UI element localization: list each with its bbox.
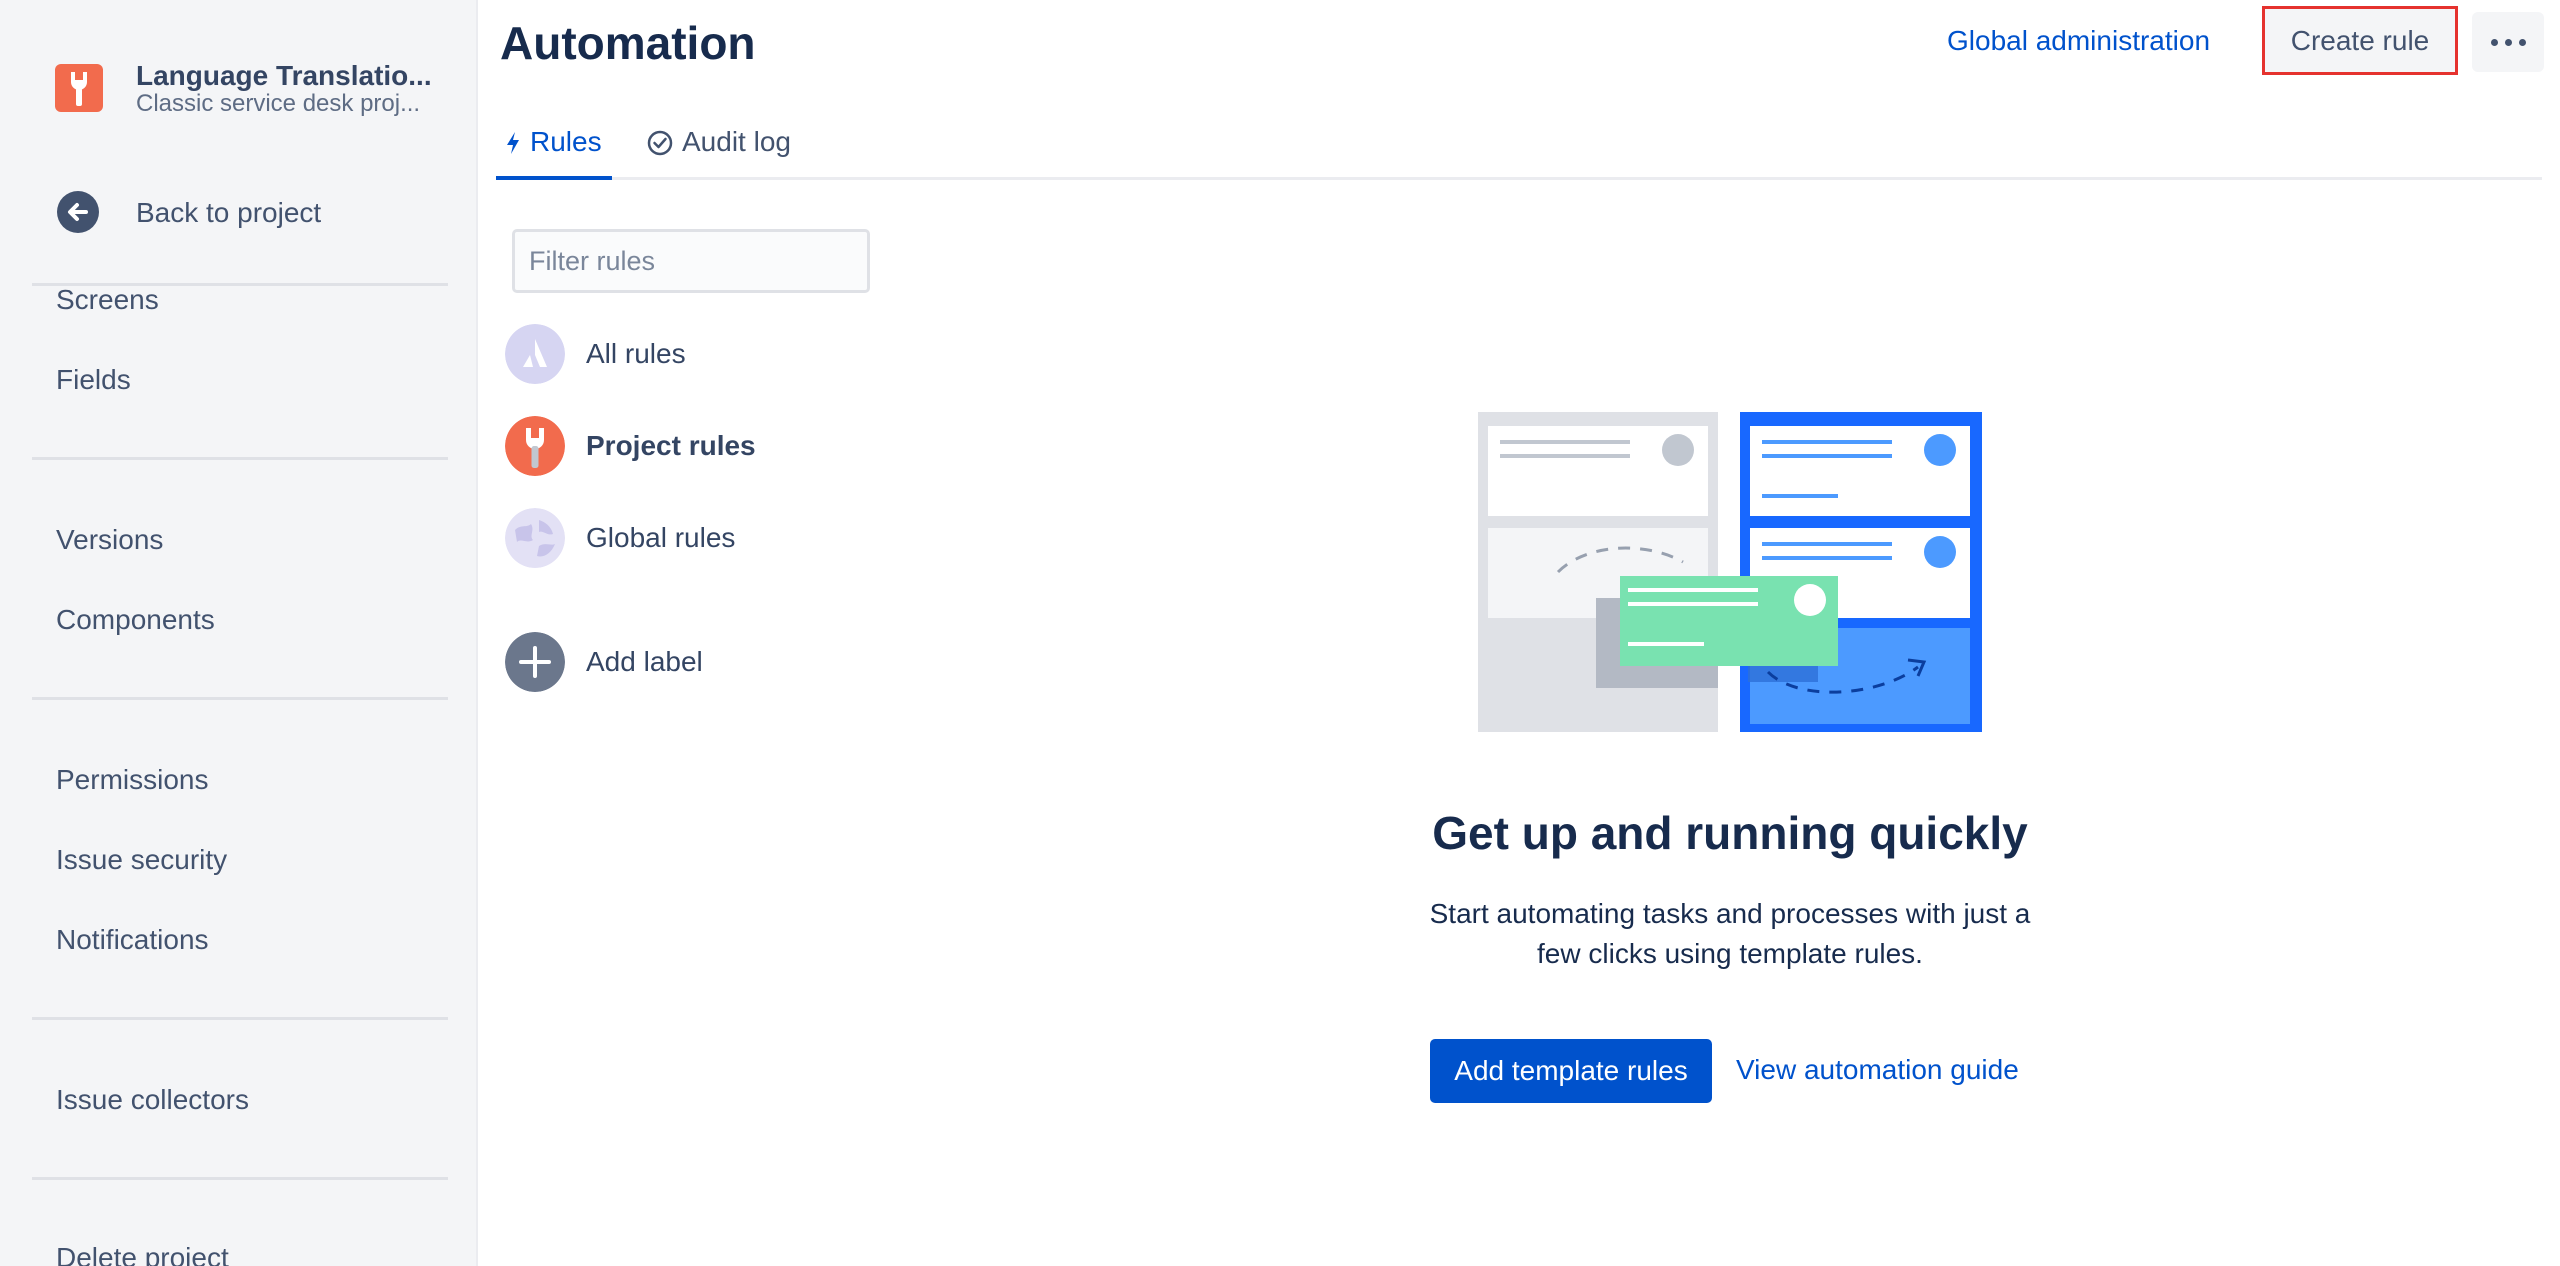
sidebar-item-issue-collectors[interactable]: Issue collectors [56,1084,249,1116]
sidebar-item-components[interactable]: Components [56,604,215,636]
add-template-rules-button[interactable]: Add template rules [1430,1039,1712,1103]
project-header[interactable]: Language Translatio... Classic service d… [55,60,455,120]
sidebar-item-versions[interactable]: Versions [56,524,163,556]
rule-group-label: All rules [586,338,686,369]
filter-rules-input[interactable] [512,229,870,293]
more-dots-icon [2504,38,2512,46]
empty-state-title: Get up and running quickly [1432,807,2028,859]
sidebar-item-fields[interactable]: Fields [56,364,131,396]
more-dots-icon [2518,38,2526,46]
project-avatar [55,64,103,112]
nav-divider [32,457,448,460]
project-wrench-icon [505,416,565,476]
project-type: Classic service desk proj... [136,90,421,117]
rule-group-label: Project rules [586,430,756,461]
empty-state-illustration [1478,412,1982,732]
plus-icon [505,632,565,692]
tab-audit-log-label: Audit log [682,126,791,157]
empty-state-description: Start automating tasks and processes wit… [1429,898,2031,969]
sidebar-item-notifications[interactable]: Notifications [56,924,209,956]
rule-group-global-rules[interactable]: Global rules [505,508,905,570]
back-arrow-icon [57,191,99,233]
sidebar: Language Translatio... Classic service d… [0,0,478,1266]
tab-rules[interactable]: Rules [496,126,612,180]
more-actions-button[interactable] [2472,12,2544,72]
project-name: Language Translatio... [136,60,432,91]
back-to-project-link[interactable]: Back to project [57,189,437,235]
sidebar-item-screens[interactable]: Screens [56,284,159,316]
sidebar-item-issue-security[interactable]: Issue security [56,844,227,876]
rule-group-label: Global rules [586,522,736,553]
sidebar-item-delete-project[interactable]: Delete project [56,1242,229,1266]
check-circle-icon [647,130,673,156]
lightning-icon [507,132,519,154]
tab-rules-label: Rules [530,126,602,157]
nav-divider [32,697,448,700]
rule-group-all-rules[interactable]: All rules [505,324,905,386]
rule-group-project-rules[interactable]: Project rules [505,416,905,478]
back-to-project-label: Back to project [136,197,322,228]
tab-bar: Rules Audit log [496,126,2542,180]
global-administration-link[interactable]: Global administration [1947,25,2210,57]
add-label-text: Add label [586,646,703,677]
add-label-button[interactable]: Add label [505,632,905,694]
atlassian-logo-icon [505,324,565,384]
create-rule-button[interactable]: Create rule [2262,6,2458,75]
nav-divider [32,1177,448,1180]
page-title: Automation [500,17,756,69]
wrench-icon [71,72,87,106]
view-automation-guide-link[interactable]: View automation guide [1736,1054,2019,1086]
tab-audit-log[interactable]: Audit log [646,126,791,180]
sidebar-item-permissions[interactable]: Permissions [56,764,208,796]
globe-icon [505,508,565,568]
more-dots-icon [2490,38,2498,46]
nav-divider [32,1017,448,1020]
